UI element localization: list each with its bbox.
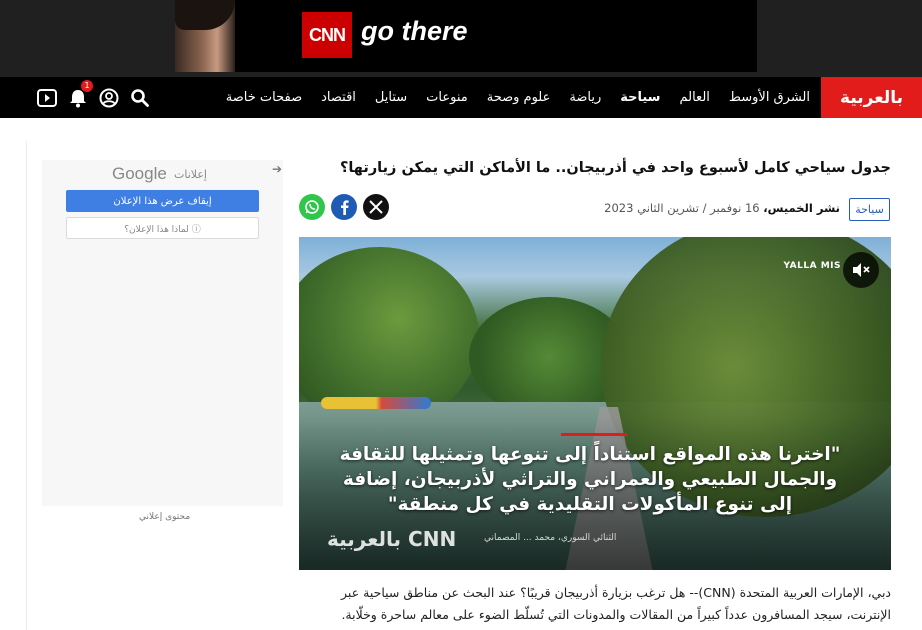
sidebar-divider <box>26 141 27 630</box>
nav-item-economy[interactable]: اقتصاد <box>321 90 356 105</box>
facebook-icon[interactable] <box>331 194 357 220</box>
ads-label: إعلانات <box>174 168 207 181</box>
video-watermark-logo: بالعربية CNN <box>327 527 457 551</box>
video-channel-label: YALLA MIS <box>783 261 841 271</box>
play-icon[interactable] <box>35 86 59 110</box>
top-banner-ad[interactable]: CNN go there <box>175 0 757 72</box>
article-video[interactable]: YALLA MIS "اخترنا هذه المواقع استناداً إ… <box>299 237 891 570</box>
nav-item-world[interactable]: العالم <box>679 90 709 105</box>
sponsored-content-label: محتوى إعلاني <box>139 512 191 522</box>
nav-item-variety[interactable]: منوعات <box>426 90 468 105</box>
mute-button[interactable] <box>843 252 879 288</box>
article-body: دبي، الإمارات العربية المتحدة (CNN)-- هل… <box>341 585 891 622</box>
nav-item-special-pages[interactable]: صفحات خاصة <box>226 90 302 105</box>
publish-date-text: 16 نوفمبر / تشرين الثاني 2023 <box>604 201 760 215</box>
speaker-muted-icon <box>853 263 870 277</box>
caption-accent-bar <box>561 433 627 436</box>
share-buttons <box>299 194 389 220</box>
nav-icons: 1 <box>35 80 159 110</box>
site-logo[interactable]: بالعربية <box>821 77 922 118</box>
nav-item-style[interactable]: ستايل <box>375 90 407 105</box>
ad-person-image <box>175 0 235 72</box>
publish-prefix: نشر الخميس، <box>763 201 840 215</box>
nav-item-sport[interactable]: رياضة <box>569 90 601 105</box>
nav-item-science-health[interactable]: علوم وصحة <box>487 90 551 105</box>
video-credit: الثنائي السوري، محمد ... المصماني <box>484 533 617 543</box>
x-icon[interactable] <box>363 194 389 220</box>
video-scene-boats <box>321 397 431 409</box>
bell-icon[interactable]: 1 <box>66 80 93 110</box>
article-title: جدول سياحي كامل لأسبوع واحد في أذربيجان.… <box>339 160 891 176</box>
google-label: Google <box>112 164 167 183</box>
search-icon[interactable] <box>128 86 152 110</box>
nav-item-travel[interactable]: سياحة <box>620 90 660 105</box>
ad-tagline: go there <box>361 16 468 46</box>
ad-back-arrow-icon[interactable]: ➔ <box>272 162 282 176</box>
notification-badge: 1 <box>81 80 93 92</box>
publish-date: نشر الخميس، 16 نوفمبر / تشرين الثاني 202… <box>604 201 840 215</box>
nav-menu: الشرق الأوسط العالم سياحة رياضة علوم وصح… <box>226 77 810 118</box>
category-tag[interactable]: سياحة <box>849 198 890 221</box>
main-navbar: بالعربية الشرق الأوسط العالم سياحة رياضة… <box>0 77 922 118</box>
why-this-ad-button[interactable]: لماذا هذا الإعلان؟ ⓘ <box>66 217 259 239</box>
cnn-logo: CNN <box>302 12 352 58</box>
whatsapp-icon[interactable] <box>299 194 325 220</box>
video-caption: "اخترنا هذه المواقع استناداً إلى تنوعها … <box>339 444 841 515</box>
nav-item-middle-east[interactable]: الشرق الأوسط <box>729 90 810 105</box>
stop-ad-button[interactable]: إيقاف عرض هذا الإعلان <box>66 190 259 212</box>
user-icon[interactable] <box>97 86 121 110</box>
